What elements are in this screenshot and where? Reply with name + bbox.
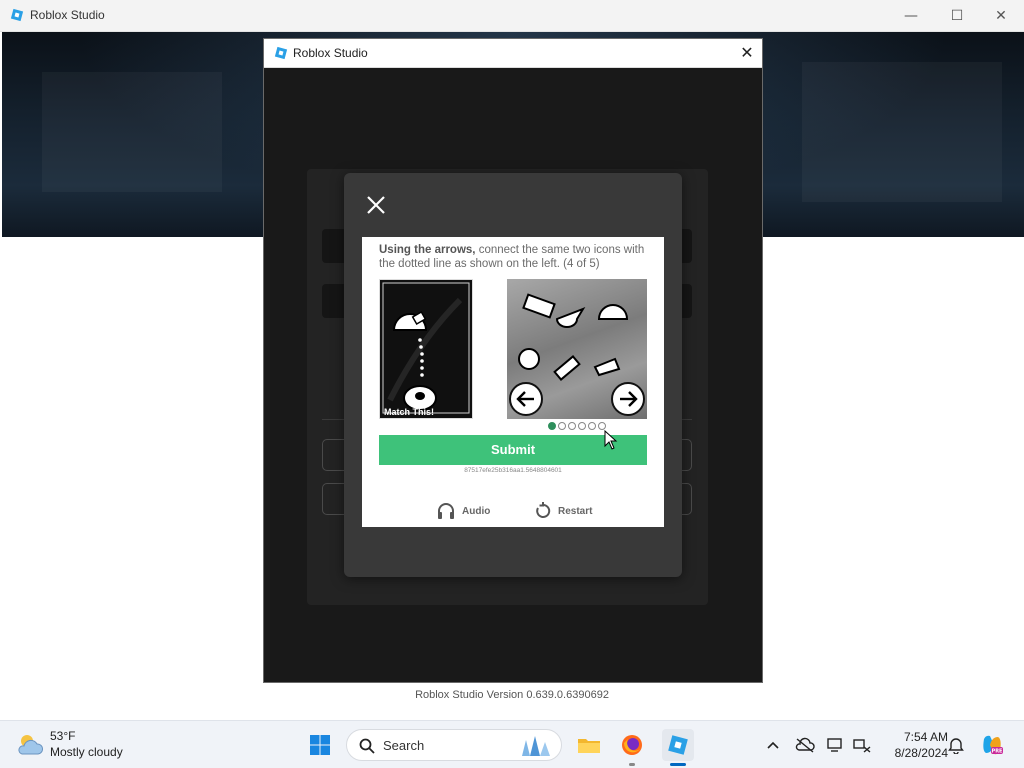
windows-start-icon [310, 735, 330, 755]
clock[interactable]: 7:54 AM 8/28/2024 [880, 729, 948, 761]
roblox-active-indicator [670, 763, 686, 766]
progress-dots [548, 422, 606, 432]
progress-dot [568, 422, 576, 430]
progress-dot [598, 422, 606, 430]
close-icon: ✕ [740, 43, 754, 62]
maximize-icon: ☐ [950, 8, 964, 24]
copilot-icon: PRE [983, 735, 1004, 755]
protractor-icon [392, 311, 428, 331]
progress-dot [578, 422, 586, 430]
svg-text:PRE: PRE [992, 749, 1004, 755]
main-titlebar: Roblox Studio — ☐ ✕ [0, 0, 1024, 32]
taskbar: 53°F Mostly cloudy Search 7:54 AM 8/28/2… [0, 720, 1024, 768]
search-label: Search [383, 738, 425, 753]
weather-temp: 53°F [50, 729, 76, 743]
firefox-running-indicator [629, 763, 635, 766]
next-arrow-button[interactable] [611, 382, 645, 416]
chevron-up-icon [767, 741, 779, 749]
audio-label: Audio [462, 505, 491, 517]
network-button[interactable] [852, 735, 872, 755]
dialog-titlebar: Roblox Studio ✕ [264, 39, 762, 68]
roblox-studio-taskbar-button[interactable] [662, 729, 694, 761]
search-highlight-icon [522, 736, 550, 756]
minimize-icon: — [904, 8, 918, 24]
onedrive-offline-icon [795, 737, 815, 753]
search-box[interactable]: Search [346, 729, 562, 761]
file-explorer-button[interactable] [573, 729, 605, 761]
match-example-image: Match This! [379, 279, 473, 419]
firefox-icon [622, 735, 642, 755]
match-example-icons [382, 282, 470, 414]
firefox-button[interactable] [616, 729, 648, 761]
notifications-button[interactable] [946, 735, 966, 755]
restart-button[interactable]: Restart [534, 501, 592, 521]
file-explorer-icon [578, 739, 600, 753]
close-button[interactable]: ✕ [978, 0, 1024, 32]
captcha-close-icon[interactable] [364, 193, 388, 217]
banner-shape [802, 62, 1002, 202]
roblox-studio-icon [668, 735, 688, 755]
roblox-studio-logo-icon [10, 8, 24, 22]
minimize-button[interactable]: — [888, 0, 934, 32]
captcha-choice-image [507, 279, 647, 419]
headphones-icon [438, 503, 454, 519]
arrow-right-icon [620, 391, 638, 407]
notifications-icon [948, 738, 964, 754]
onedrive-button[interactable] [795, 735, 815, 755]
version-label: Roblox Studio Version 0.639.0.6390692 [415, 689, 609, 701]
roblox-studio-logo-icon [274, 46, 288, 60]
display-button[interactable] [826, 735, 846, 755]
dialog-close-button[interactable]: ✕ [736, 43, 758, 63]
maximize-button[interactable]: ☐ [934, 0, 980, 32]
banner-shape [42, 72, 222, 192]
audio-button[interactable]: Audio [436, 501, 490, 521]
progress-dot [558, 422, 566, 430]
show-hidden-icons-button[interactable] [763, 735, 783, 755]
previous-arrow-button[interactable] [509, 382, 543, 416]
copilot-button[interactable]: PRE [980, 733, 1004, 757]
start-button[interactable] [304, 729, 336, 761]
restart-label: Restart [558, 505, 593, 517]
arrow-left-icon [516, 391, 534, 407]
captcha-modal: Using the arrows, connect the same two i… [344, 173, 682, 577]
clock-date: 8/28/2024 [894, 746, 948, 760]
dialog-title: Roblox Studio [293, 46, 368, 60]
display-icon [827, 738, 842, 752]
captcha-instruction: Using the arrows, connect the same two i… [379, 243, 654, 271]
cloud-sun-icon [18, 735, 44, 755]
progress-dot [588, 422, 596, 430]
restart-icon [536, 502, 551, 518]
instruction-bold: Using the arrows, [379, 244, 476, 256]
close-icon: ✕ [995, 8, 1007, 24]
progress-dot [548, 422, 556, 430]
match-label: Match This! [384, 407, 435, 417]
search-icon [359, 738, 375, 754]
main-window-title: Roblox Studio [30, 8, 105, 22]
mouse-cursor-icon [604, 430, 618, 450]
network-icon [853, 739, 871, 753]
weather-desc: Mostly cloudy [50, 745, 123, 759]
captcha-card: Using the arrows, connect the same two i… [362, 237, 664, 527]
clock-time: 7:54 AM [903, 730, 948, 744]
session-id: 87517efe25b316aa1.5648804601 [464, 467, 562, 474]
